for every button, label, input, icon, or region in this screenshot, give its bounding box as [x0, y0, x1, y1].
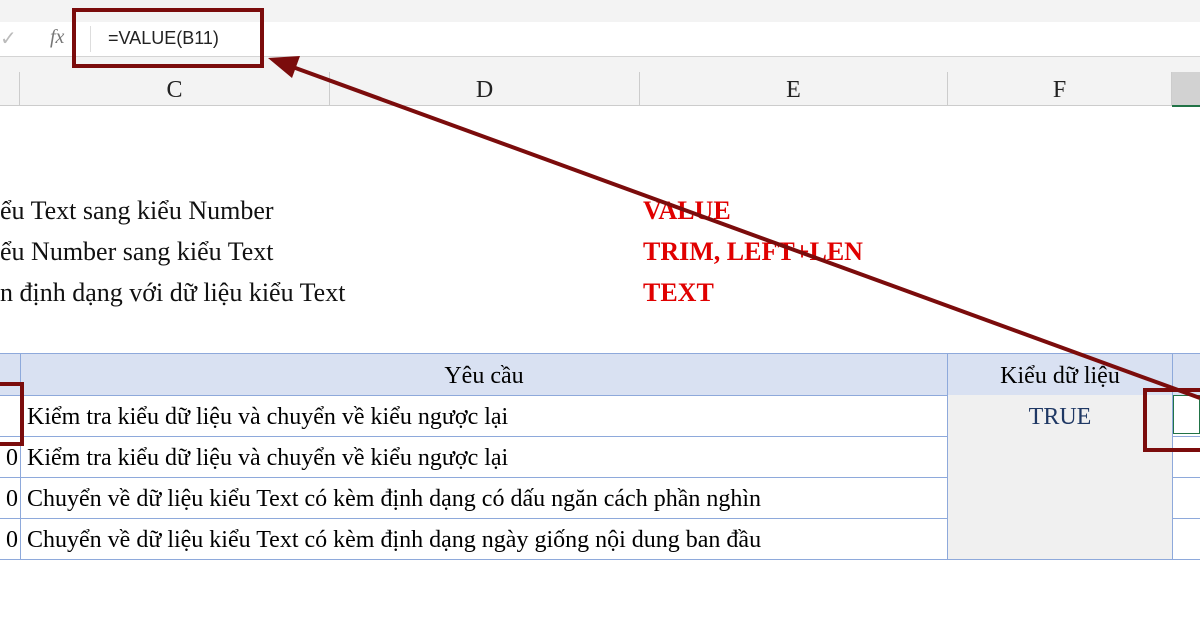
annotation-arrow [268, 56, 1200, 400]
